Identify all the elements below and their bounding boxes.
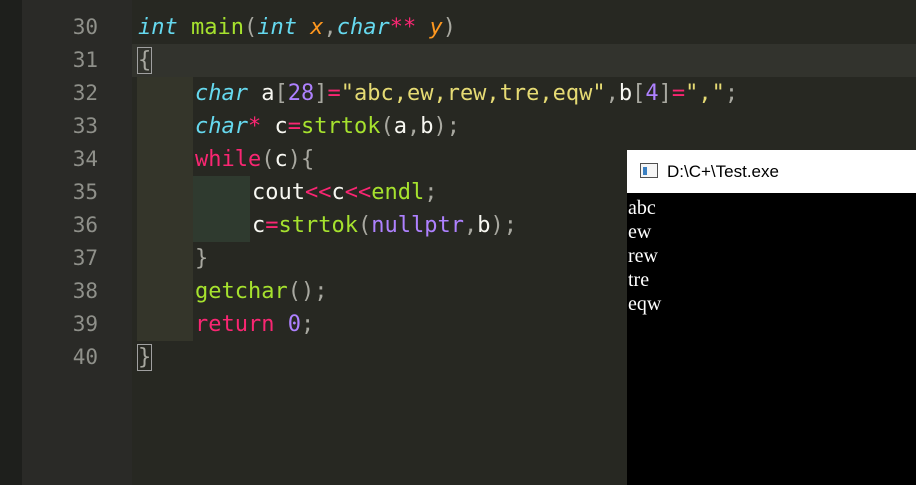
code-line-31[interactable]: 31 { [0, 44, 916, 77]
line-number: 35 [72, 180, 98, 204]
console-output-line: ew [628, 221, 652, 243]
line-number: 33 [72, 114, 98, 138]
console-output-line: rew [628, 245, 658, 267]
code-line-33[interactable]: 33 char* c=strtok(a,b); [0, 110, 916, 143]
code-text[interactable]: { [136, 44, 153, 77]
console-title: D:\C+\Test.exe [667, 162, 779, 181]
line-number: 30 [72, 15, 98, 39]
line-number: 38 [72, 279, 98, 303]
code-text[interactable]: } [195, 242, 208, 275]
line-number: 31 [72, 48, 98, 72]
code-line-32[interactable]: 32 char a[28]="abc,ew,rew,tre,eqw",b[4]=… [0, 77, 916, 110]
code-text[interactable]: cout<<c<<endl; [252, 176, 437, 209]
line-number: 40 [72, 345, 98, 369]
line-number: 34 [72, 147, 98, 171]
code-text[interactable]: getchar(); [195, 275, 327, 308]
code-text[interactable]: c=strtok(nullptr,b); [252, 209, 517, 242]
code-text[interactable]: } [136, 341, 153, 374]
line-number: 39 [72, 312, 98, 336]
code-text[interactable]: int main(int x,char** y) [138, 11, 456, 44]
code-text[interactable]: return 0; [195, 308, 314, 341]
line-number: 37 [72, 246, 98, 270]
code-text[interactable]: while(c){ [195, 143, 314, 176]
line-number: 36 [72, 213, 98, 237]
code-line-30[interactable]: 30 int main(int x,char** y) [0, 11, 916, 44]
console-output-line: abc [628, 197, 656, 219]
matching-brace-open: { [136, 47, 153, 74]
console-title-bar[interactable]: D:\C+\Test.exe [627, 150, 916, 193]
console-output-line: tre [628, 269, 650, 291]
console-output-line: eqw [628, 293, 662, 315]
code-text[interactable]: char* c=strtok(a,b); [195, 110, 460, 143]
code-text[interactable]: char a[28]="abc,ew,rew,tre,eqw",b[4]=","… [195, 77, 738, 110]
console-app-icon [640, 163, 658, 178]
line-number: 32 [72, 81, 98, 105]
console-window[interactable]: D:\C+\Test.exe abc ew rew tre eqw [627, 150, 916, 485]
console-output: abc ew rew tre eqw [628, 196, 661, 316]
matching-brace-close: } [136, 344, 153, 371]
